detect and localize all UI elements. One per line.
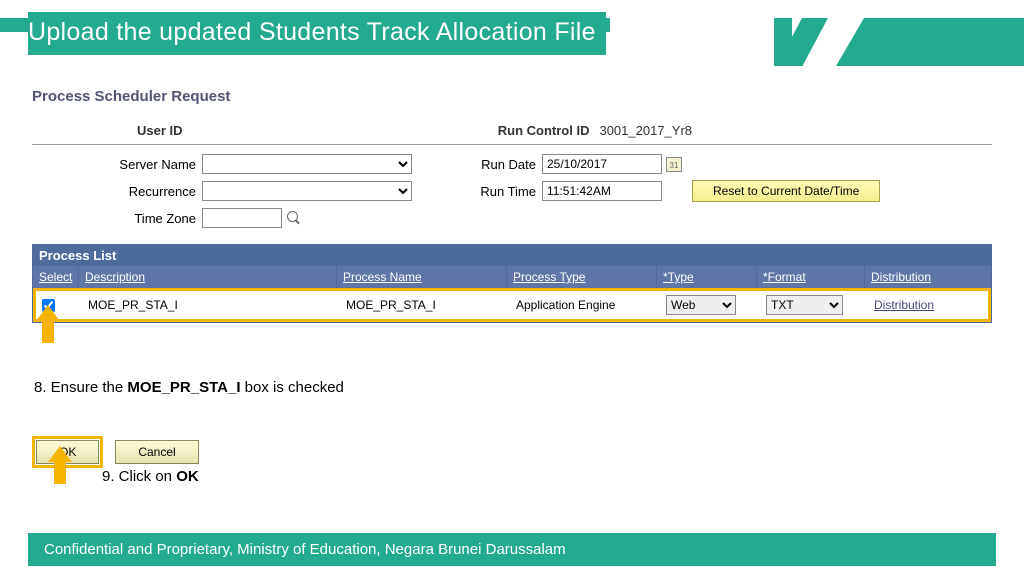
title-banner: Upload the updated Students Track Alloca… [0,0,1024,50]
col-description[interactable]: Description [79,266,337,288]
row-description: MOE_PR_STA_I [82,291,340,319]
page-title: Upload the updated Students Track Alloca… [28,12,606,55]
table-row: MOE_PR_STA_I MOE_PR_STA_I Application En… [33,288,991,322]
callout-arrow-icon [48,446,72,484]
calendar-icon[interactable]: 31 [666,157,682,172]
col-distribution[interactable]: Distribution [865,266,991,288]
server-name-select[interactable] [202,154,412,174]
reset-datetime-button[interactable]: Reset to Current Date/Time [692,180,880,202]
table-header: Select Description Process Name Process … [33,266,991,288]
col-process-type[interactable]: Process Type [507,266,657,288]
run-control-id-label: Run Control ID [498,123,590,138]
recurrence-select[interactable] [202,181,412,201]
footer-bar: Confidential and Proprietary, Ministry o… [28,533,996,566]
cancel-button[interactable]: Cancel [115,440,198,464]
run-date-label: Run Date [452,157,542,172]
recurrence-label: Recurrence [32,184,202,199]
callout-arrow-icon [36,305,60,343]
instruction-step-8: 8. Ensure the MOE_PR_STA_I box is checke… [34,379,992,396]
col-select[interactable]: Select [33,266,79,288]
timezone-label: Time Zone [32,211,202,226]
run-time-label: Run Time [452,184,542,199]
run-time-input[interactable] [542,181,662,201]
distribution-link[interactable]: Distribution [874,298,934,312]
col-type[interactable]: *Type [657,266,757,288]
search-icon[interactable] [286,210,302,226]
row-format-select[interactable]: TXT [766,295,843,315]
col-process-name[interactable]: Process Name [337,266,507,288]
user-id-label: User ID [137,123,183,138]
row-process-type: Application Engine [510,291,660,319]
run-control-id-value: 3001_2017_Yr8 [599,123,692,138]
process-list-title: Process List [33,245,991,266]
col-format[interactable]: *Format [757,266,865,288]
id-row: User ID Run Control ID 3001_2017_Yr8 [32,123,992,145]
server-name-label: Server Name [32,157,202,172]
timezone-input[interactable] [202,208,282,228]
process-list-table: Process List Select Description Process … [32,244,992,323]
instruction-step-9: 9. Click on OK [102,468,199,485]
row-type-select[interactable]: Web [666,295,736,315]
row-process-name: MOE_PR_STA_I [340,291,510,319]
section-heading: Process Scheduler Request [32,88,992,105]
run-date-input[interactable] [542,154,662,174]
